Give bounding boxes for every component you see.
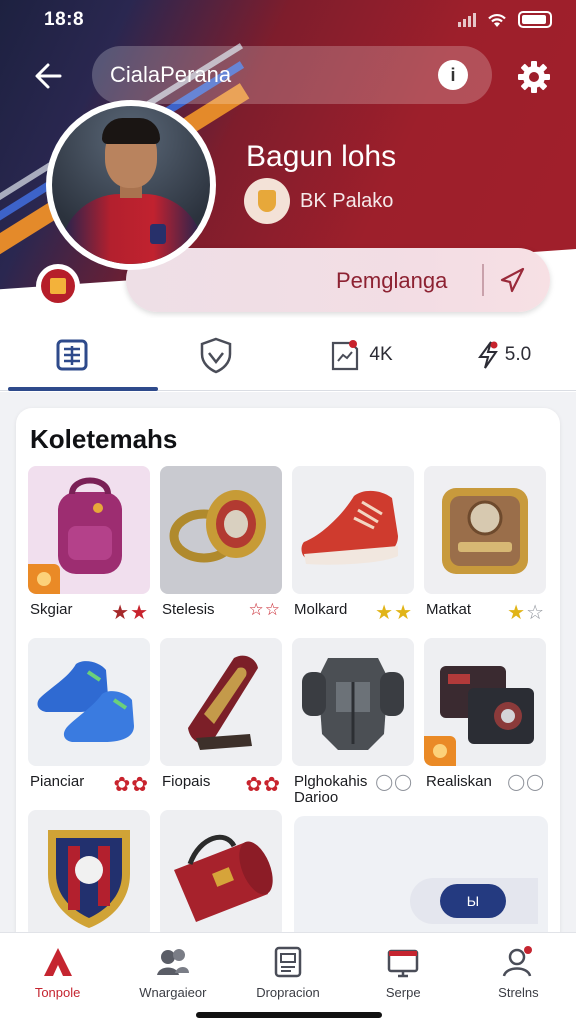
red-shoe-image — [292, 466, 414, 594]
club-crest-image — [28, 810, 150, 938]
home-icon — [43, 948, 72, 976]
tab-stats[interactable]: 4K — [288, 318, 432, 392]
rarity-tag-icon — [28, 564, 60, 594]
item-name: Pianciar — [30, 773, 85, 790]
bottom-navigation: Tonpole Wnargaieor Dropracion Serpe Stre… — [0, 932, 576, 1024]
team-row[interactable]: BK Palako — [244, 178, 393, 224]
armor-image — [292, 638, 414, 766]
search-field[interactable]: CialaPerana i — [92, 46, 492, 104]
item-rating: ★ ★ — [111, 602, 148, 624]
item-rating: ◯ ◯ — [507, 774, 544, 791]
profile-tabs: 4K 5.0 — [0, 318, 576, 392]
gear-icon — [518, 61, 550, 93]
chart-note-icon — [332, 340, 359, 371]
nav-label: Wnargaieor — [139, 985, 207, 1000]
collection-item[interactable]: Plghokahis Darioo ◯ ◯ — [292, 638, 414, 810]
item-rating: ★ ☆ — [507, 602, 544, 624]
item-name: Stelesis — [162, 601, 215, 618]
item-rating: ✿ ✿ — [113, 774, 148, 796]
follow-label: Pemglanga — [336, 268, 448, 293]
collection-item[interactable]: Molkard ★ ★ — [292, 466, 414, 638]
share-arrow-icon — [500, 267, 525, 293]
lightning-icon — [477, 341, 498, 369]
back-button[interactable] — [28, 56, 68, 96]
nav-documents[interactable]: Dropracion — [230, 933, 345, 1024]
active-tab-indicator — [8, 387, 158, 391]
nav-teams[interactable]: Wnargaieor — [115, 933, 230, 1024]
list-icon — [56, 339, 88, 371]
collection-title: Koletemahs — [30, 424, 178, 454]
nav-label: Strelns — [498, 985, 539, 1000]
player-photo — [52, 106, 210, 264]
nav-label: Tonpole — [34, 985, 81, 1000]
item-name: Fiopais — [162, 773, 211, 790]
people-icon — [156, 949, 189, 975]
avatar[interactable] — [46, 100, 216, 270]
item-rating: ☆ ☆ — [248, 600, 281, 619]
collection-item[interactable]: Skgiar ★ ★ — [28, 466, 150, 638]
profile-icon — [503, 946, 533, 977]
app-screen: 18:8 CialaPerana i Bagun lohs BK Palako … — [0, 0, 576, 1024]
collection-item[interactable]: Fiopais ✿ ✿ — [160, 638, 282, 810]
status-time: 18:8 — [44, 9, 85, 30]
gold-badge-image — [424, 466, 546, 594]
search-text: CialaPerana — [110, 62, 232, 87]
ring-image — [160, 466, 282, 594]
info-icon[interactable]: i — [438, 60, 468, 90]
backpack-image — [28, 466, 150, 594]
home-indicator — [196, 1012, 382, 1018]
collection-item[interactable] — [28, 810, 150, 948]
nav-label: Dropracion — [256, 985, 320, 1000]
profile-name: Bagun lohs — [246, 140, 397, 173]
item-name: Molkard — [294, 601, 348, 618]
status-bar: 18:8 — [0, 0, 576, 40]
item-name: Skgiar — [30, 601, 73, 618]
rarity-tag-icon — [424, 736, 456, 766]
collection-item[interactable]: Pianciar ✿ ✿ — [28, 638, 150, 810]
tab-stats-label: 4K — [369, 344, 393, 365]
collection-item[interactable] — [160, 810, 282, 948]
blue-shoes-image — [28, 638, 150, 766]
item-name: Realiskan — [426, 773, 492, 790]
nav-tv[interactable]: Serpe — [346, 933, 461, 1024]
shield-icon — [200, 337, 232, 374]
tab-score-label: 5.0 — [504, 344, 532, 365]
tab-shield[interactable] — [144, 318, 288, 392]
signal-icon — [458, 12, 476, 27]
collection-card: Koletemahs Skgiar ★ ★ Stelesis ☆ ☆ Molka… — [16, 408, 560, 948]
team-name: BK Palako — [300, 189, 394, 212]
duffel-bag-image — [160, 810, 282, 938]
collection-item[interactable]: Realiskan ◯ ◯ — [424, 638, 546, 810]
item-rating: ✿ ✿ — [245, 774, 280, 796]
team-crest-icon — [244, 178, 290, 224]
more-pill[interactable]: Ы — [410, 878, 538, 924]
item-rating: ◯ ◯ — [375, 774, 412, 791]
club-badge-icon[interactable] — [36, 264, 80, 308]
item-name: Plghokahis Darioo — [294, 773, 368, 806]
tab-list[interactable] — [0, 318, 144, 392]
back-arrow-icon — [35, 63, 62, 89]
tab-score[interactable]: 5.0 — [432, 318, 576, 392]
collection-item[interactable]: Stelesis ☆ ☆ — [160, 466, 282, 638]
tv-icon — [387, 949, 419, 978]
battery-icon — [518, 11, 552, 28]
settings-button[interactable] — [516, 59, 552, 95]
more-button[interactable]: Ы — [440, 884, 506, 918]
item-name: Matkat — [426, 601, 472, 618]
document-icon — [274, 946, 302, 978]
shin-guard-image — [160, 638, 282, 766]
status-icons — [458, 11, 552, 28]
equipment-case-image — [424, 638, 546, 766]
empty-collection-slot: Ы — [294, 816, 548, 946]
item-rating: ★ ★ — [375, 602, 412, 624]
collection-item[interactable]: Matkat ★ ☆ — [424, 466, 546, 638]
nav-label: Serpe — [385, 985, 421, 1000]
nav-home[interactable]: Tonpole — [0, 933, 115, 1024]
wifi-icon — [488, 13, 506, 27]
follow-divider — [482, 264, 484, 296]
nav-profile[interactable]: Strelns — [461, 933, 576, 1024]
